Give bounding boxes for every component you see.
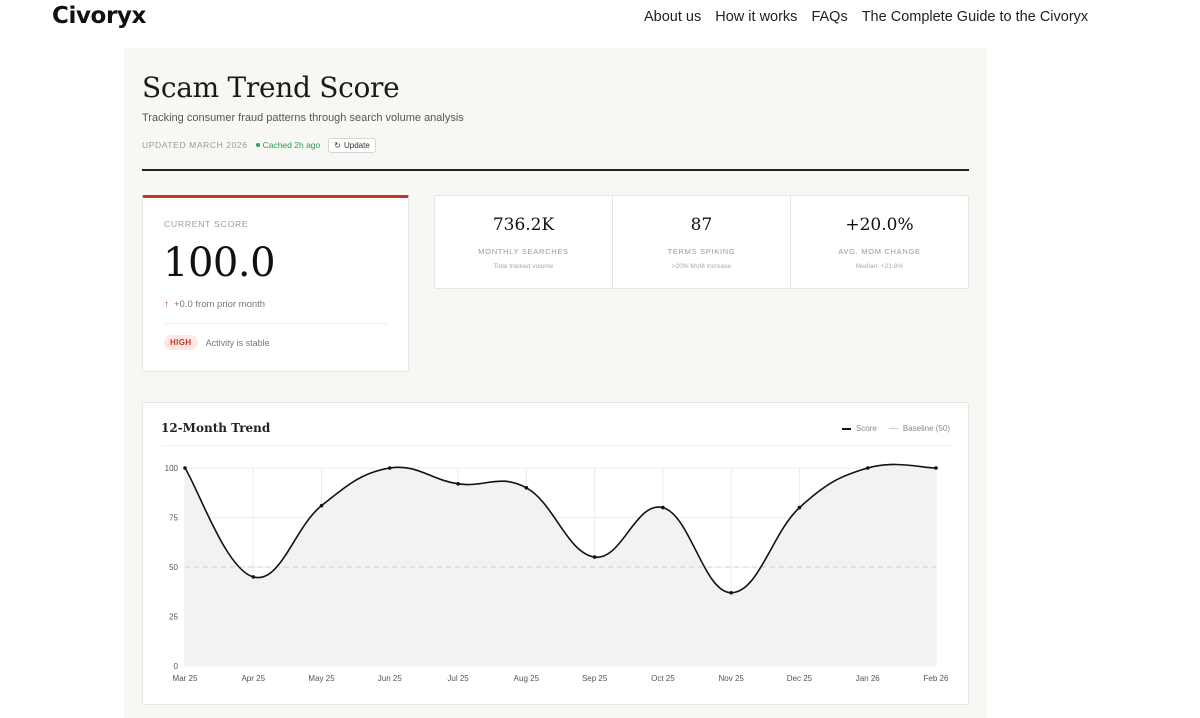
x-tick-label: Jun 25	[378, 674, 403, 683]
score-point	[661, 505, 665, 510]
x-tick-label: Sep 25	[582, 674, 608, 683]
x-tick-label: Nov 25	[719, 674, 745, 683]
score-point	[934, 466, 938, 470]
score-label: CURRENT SCORE	[164, 219, 249, 229]
stats-card: 736.2K MONTHLY SEARCHES Total tracked vo…	[434, 195, 969, 289]
status-badge: HIGH	[164, 335, 198, 350]
stat-label: AVG. MOM CHANGE	[838, 247, 921, 256]
x-tick-label: Mar 25	[173, 674, 198, 683]
nav-link-guide[interactable]: The Complete Guide to the Civoryx	[862, 9, 1088, 25]
score-point	[797, 505, 802, 510]
nav-link-how-it-works[interactable]: How it works	[715, 9, 797, 25]
score-point	[183, 466, 187, 470]
score-delta: ↑ +0.0 from prior month	[164, 299, 265, 310]
score-area	[185, 464, 936, 666]
cache-status: Cached 2h ago	[255, 140, 321, 150]
score-point	[524, 486, 529, 490]
nav-link-about[interactable]: About us	[644, 9, 701, 25]
stat-monthly-searches: 736.2K MONTHLY SEARCHES Total tracked vo…	[435, 196, 612, 288]
arrow-up-icon: ↑	[164, 299, 169, 310]
y-tick-label: 25	[169, 613, 178, 622]
cache-status-text: Cached 2h ago	[262, 140, 321, 150]
update-button[interactable]: ↻ Update	[328, 137, 376, 153]
x-tick-label: Oct 25	[651, 674, 675, 683]
score-status: HIGH Activity is stable	[164, 335, 270, 350]
stat-terms-spiking: 87 TERMS SPIKING >20% MoM increase	[612, 196, 790, 288]
x-tick-label: May 25	[308, 674, 335, 683]
x-tick-label: Jan 26	[856, 674, 881, 683]
x-tick-label: Dec 25	[787, 674, 813, 683]
stat-avg-mom-change: +20.0% AVG. MOM CHANGE Median: +21.8%	[790, 196, 968, 288]
score-point	[388, 466, 392, 470]
stat-value: +20.0%	[845, 215, 914, 235]
stat-value: 736.2K	[492, 215, 555, 235]
refresh-icon: ↻	[334, 140, 341, 150]
x-tick-label: Jul 25	[447, 674, 469, 683]
status-dot-icon	[255, 143, 260, 147]
meta-row: UPDATED MARCH 2026 Cached 2h ago ↻ Updat…	[142, 137, 376, 153]
y-tick-label: 0	[174, 662, 179, 671]
nav-link-faqs[interactable]: FAQs	[811, 9, 847, 25]
score-point	[865, 466, 870, 470]
x-tick-label: Aug 25	[514, 674, 540, 683]
stat-sublabel: >20% MoM increase	[671, 263, 732, 270]
score-point	[592, 555, 597, 559]
updated-label: UPDATED MARCH 2026	[142, 140, 248, 150]
stat-label: MONTHLY SEARCHES	[478, 247, 569, 256]
y-tick-label: 50	[169, 563, 178, 572]
current-score-card: CURRENT SCORE 100.0 ↑ +0.0 from prior mo…	[142, 195, 409, 372]
page-subtitle: Tracking consumer fraud patterns through…	[142, 112, 464, 124]
score-point	[729, 590, 733, 595]
stat-value: 87	[690, 215, 713, 235]
score-point	[319, 503, 324, 508]
update-button-label: Update	[343, 140, 370, 150]
score-point	[251, 575, 256, 579]
header-divider	[142, 169, 969, 171]
top-navigation: Civoryx About us How it works FAQs The C…	[0, 0, 1200, 34]
score-card-divider	[164, 323, 388, 324]
trend-chart: 0 25 50 75 100 Mar 25 Apr 25 May 25 Jun 25 Jul 25…	[165, 463, 949, 683]
y-tick-label: 75	[169, 514, 178, 523]
score-point	[456, 482, 460, 486]
x-tick-label: Apr 25	[241, 674, 265, 683]
score-value: 100.0	[163, 240, 276, 286]
stat-sublabel: Median: +21.8%	[855, 263, 904, 270]
stat-sublabel: Total tracked volume	[493, 263, 554, 270]
y-tick-label: 100	[165, 464, 179, 473]
status-text: Activity is stable	[205, 337, 270, 348]
brand-logo[interactable]: Civoryx	[52, 3, 146, 29]
stat-label: TERMS SPIKING	[667, 247, 736, 256]
page-title: Scam Trend Score	[142, 71, 400, 104]
x-tick-label: Feb 26	[924, 674, 949, 683]
score-delta-text: +0.0 from prior month	[174, 299, 266, 310]
trend-chart-card: 12-Month Trend Score Baseline (50) 0 25 50…	[142, 402, 969, 705]
nav-links: About us How it works FAQs The Complete …	[644, 9, 1088, 25]
